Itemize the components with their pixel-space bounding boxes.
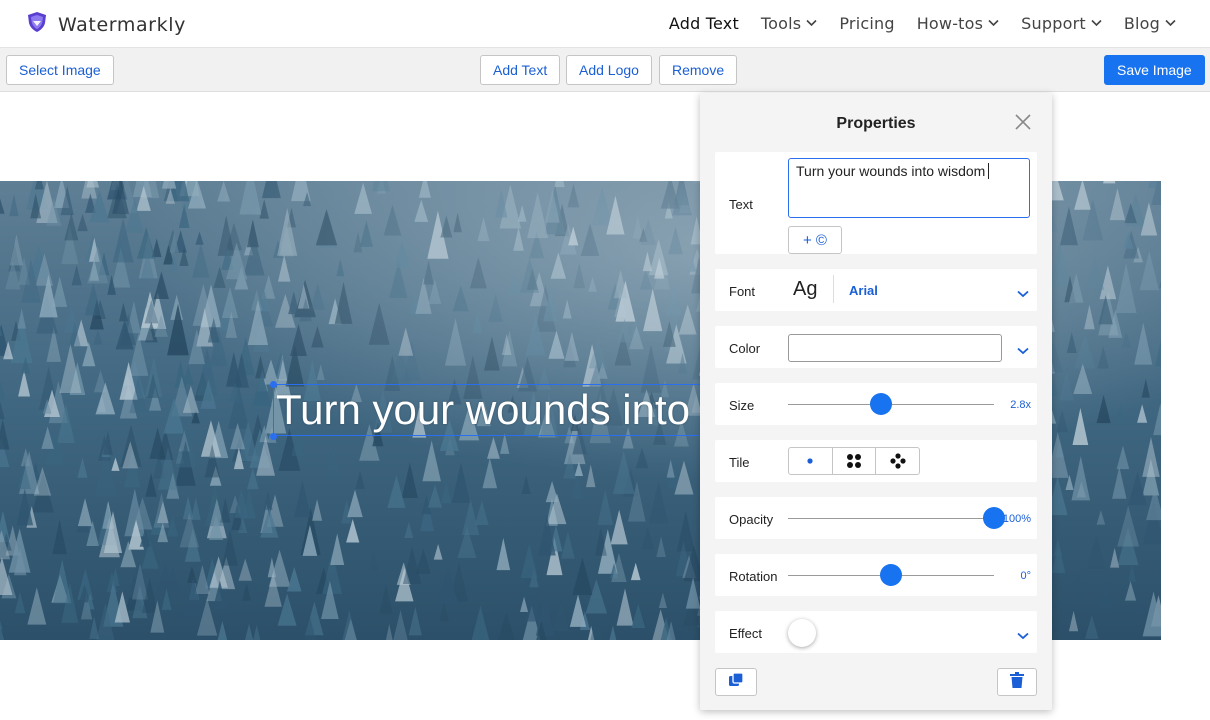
add-text-button[interactable]: Add Text — [480, 55, 561, 85]
color-label: Color — [729, 341, 761, 356]
chevron-down-icon — [806, 19, 817, 27]
text-row: Text Turn your wounds into wisdom + © — [715, 152, 1037, 254]
duplicate-button[interactable] — [715, 668, 757, 696]
opacity-slider-track[interactable] — [788, 518, 994, 519]
size-slider-handle[interactable] — [869, 393, 892, 415]
insert-copyright-button[interactable]: + © — [788, 226, 842, 254]
effect-row: Effect — [715, 611, 1037, 653]
color-row: Color — [715, 326, 1037, 368]
chevron-down-icon — [988, 19, 999, 27]
save-image-button[interactable]: Save Image — [1104, 55, 1205, 85]
delete-button[interactable] — [997, 668, 1037, 696]
nav-support[interactable]: Support — [1021, 14, 1102, 33]
select-image-button[interactable]: Select Image — [6, 55, 114, 85]
rotation-value: 0° — [1020, 570, 1031, 582]
rotation-row: Rotation 0° — [715, 554, 1037, 596]
rotation-slider-handle[interactable] — [880, 564, 902, 586]
opacity-value: 100% — [1002, 513, 1031, 525]
divider — [833, 275, 834, 303]
nav-add-text[interactable]: Add Text — [669, 14, 739, 33]
size-label: Size — [729, 398, 755, 413]
font-select[interactable]: Arial — [849, 283, 878, 298]
effect-toggle[interactable] — [788, 619, 816, 647]
text-label: Text — [729, 197, 753, 212]
add-logo-button[interactable]: Add Logo — [566, 55, 652, 85]
watermark-text-input[interactable]: Turn your wounds into wisdom — [788, 158, 1030, 218]
chevron-down-icon[interactable] — [1017, 285, 1029, 303]
chevron-down-icon[interactable] — [1017, 342, 1029, 360]
tile-label: Tile — [729, 455, 750, 470]
shield-icon — [26, 11, 48, 38]
remove-button[interactable]: Remove — [659, 55, 738, 85]
size-row: Size 2.8x — [715, 383, 1037, 425]
properties-panel: Properties Text Turn your wounds into wi… — [700, 93, 1052, 710]
panel-title: Properties — [836, 115, 916, 132]
tile-options — [788, 447, 920, 475]
font-label: Font — [729, 284, 756, 299]
resize-handle[interactable] — [270, 433, 277, 440]
duplicate-icon — [728, 671, 744, 693]
editor-toolbar: Select Image Add Text Add Logo Remove Sa… — [0, 48, 1210, 92]
diamond-dots-icon[interactable] — [875, 448, 919, 474]
brand-logo[interactable]: Watermarkly — [26, 11, 186, 38]
top-navigation: Watermarkly Add Text Tools Pricing How-t… — [0, 0, 1210, 48]
chevron-down-icon[interactable] — [1017, 627, 1029, 645]
color-swatch[interactable] — [788, 334, 1002, 362]
main-menu: Add Text Tools Pricing How-tos Support B… — [647, 0, 1176, 46]
four-dots-icon[interactable] — [831, 448, 876, 474]
nav-tools[interactable]: Tools — [761, 14, 817, 33]
trash-icon — [1010, 671, 1024, 693]
opacity-label: Opacity — [729, 512, 774, 527]
font-preview: Ag — [793, 278, 818, 300]
single-dot-icon[interactable] — [789, 448, 832, 474]
brand-name: Watermarkly — [58, 13, 186, 36]
opacity-slider-handle[interactable] — [983, 507, 1005, 529]
chevron-down-icon — [1165, 19, 1176, 27]
close-icon[interactable] — [1014, 113, 1032, 131]
watermark-text[interactable]: Turn your wounds into w — [276, 387, 732, 433]
nav-blog[interactable]: Blog — [1124, 14, 1176, 33]
nav-pricing[interactable]: Pricing — [839, 14, 894, 33]
opacity-row: Opacity 100% — [715, 497, 1037, 539]
tile-row: Tile — [715, 440, 1037, 482]
font-row: Font Ag Arial — [715, 269, 1037, 311]
rotation-label: Rotation — [729, 569, 778, 584]
nav-how-tos[interactable]: How-tos — [917, 14, 999, 33]
effect-label: Effect — [729, 626, 763, 641]
chevron-down-icon — [1091, 19, 1102, 27]
size-value: 2.8x — [1010, 399, 1031, 411]
